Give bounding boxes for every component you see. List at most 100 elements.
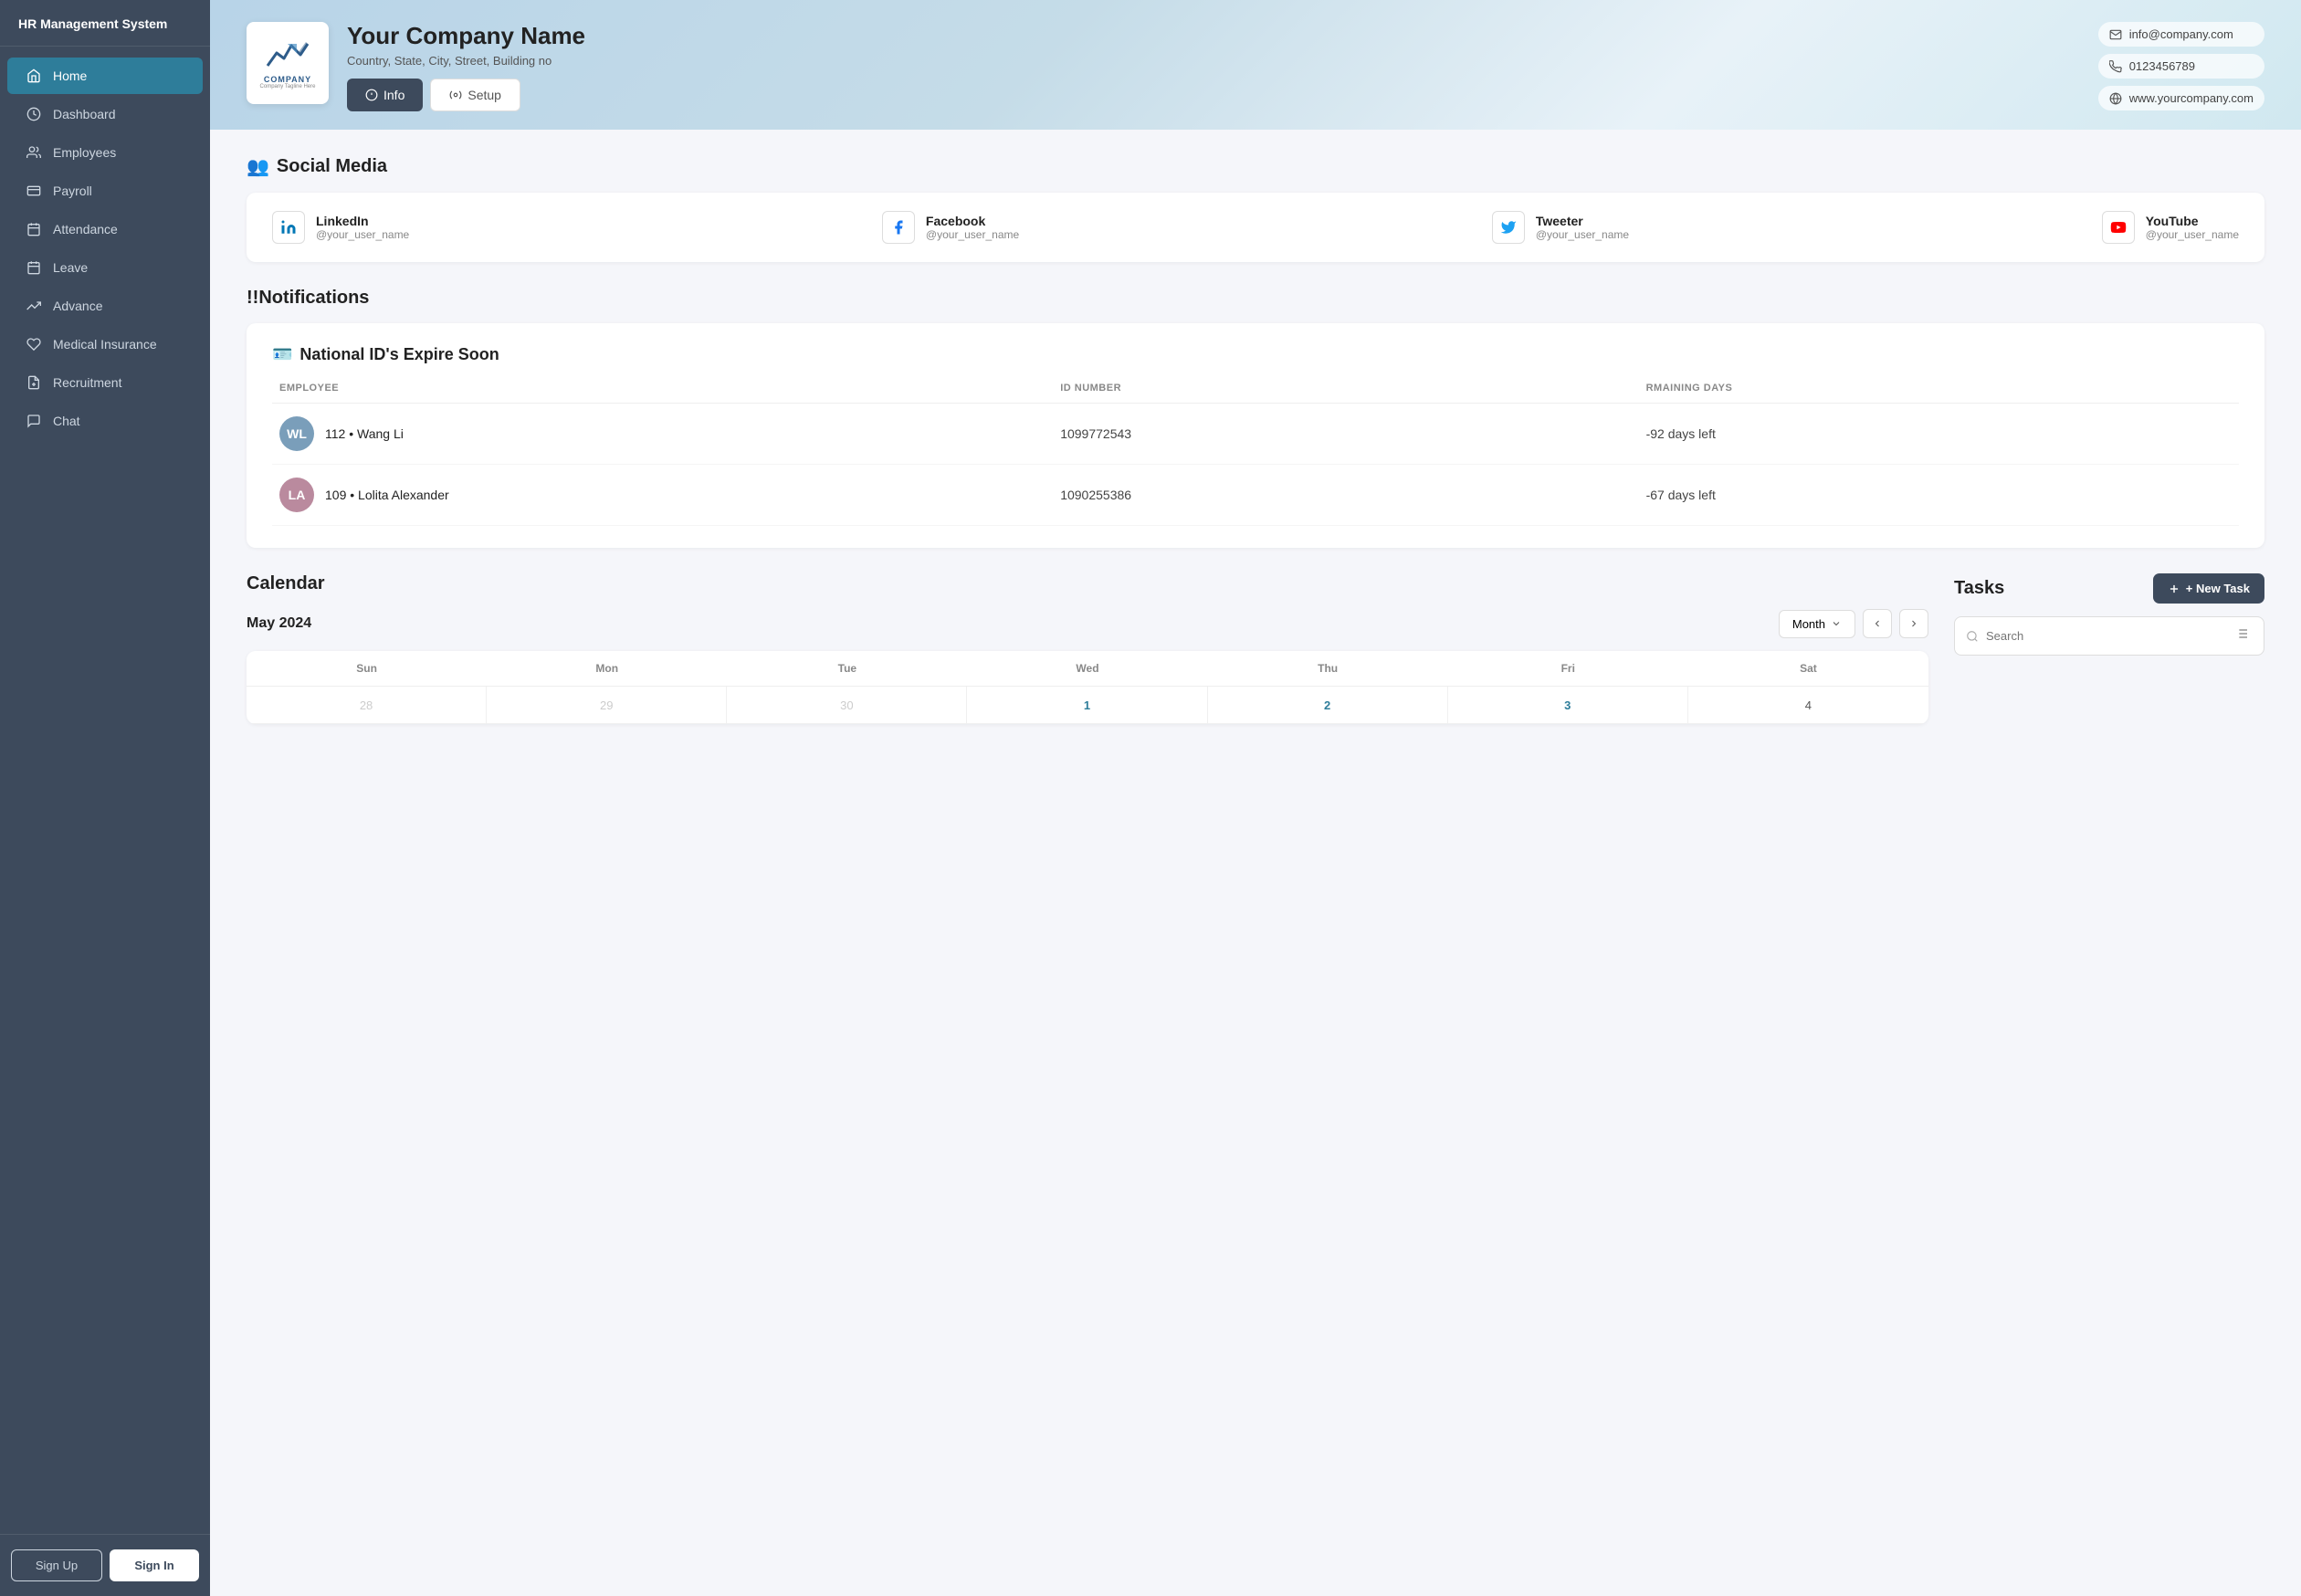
social-facebook: Facebook @your_user_name (882, 211, 1019, 244)
cal-header-thu: Thu (1208, 651, 1448, 687)
cal-cell-29-prev[interactable]: 29 (487, 687, 727, 723)
company-phone-text: 0123456789 (2129, 59, 2195, 73)
cal-header-wed: Wed (967, 651, 1207, 687)
sidebar-item-advance[interactable]: Advance (7, 288, 203, 324)
calendar-next-button[interactable] (1899, 609, 1928, 638)
youtube-icon (2102, 211, 2135, 244)
sidebar: HR Management System Home Dashboard Empl… (0, 0, 210, 1596)
company-phone: 0123456789 (2098, 54, 2264, 79)
sidebar-item-chat[interactable]: Chat (7, 403, 203, 439)
advance-icon (26, 298, 42, 314)
table-header: EMPLOYEE ID NUMBER RMAINING DAYS (272, 383, 2239, 404)
cal-cell-3[interactable]: 3 (1448, 687, 1688, 723)
calendar-section: Calendar May 2024 Month (247, 573, 1928, 724)
main-content: COMPANY Company Tagline Here Your Compan… (210, 0, 2301, 1596)
month-select[interactable]: Month (1779, 610, 1855, 638)
cal-cell-1[interactable]: 1 (967, 687, 1207, 723)
globe-icon (2109, 92, 2122, 105)
tab-setup[interactable]: Setup (430, 79, 520, 111)
social-media-section-title: 👥 Social Media (247, 155, 2264, 178)
col-remaining-days: RMAINING DAYS (1646, 383, 2232, 394)
company-name: Your Company Name (347, 22, 2264, 50)
twitter-handle: @your_user_name (1536, 228, 1629, 241)
cal-cell-28-prev[interactable]: 28 (247, 687, 487, 723)
sidebar-item-dashboard[interactable]: Dashboard (7, 96, 203, 132)
attendance-icon (26, 221, 42, 237)
tasks-filter-button[interactable] (2231, 625, 2253, 647)
logo-company-text: COMPANY (264, 75, 311, 84)
emp-name-1: 112 • Wang Li (325, 426, 404, 441)
home-icon (26, 68, 42, 84)
twitter-icon (1492, 211, 1525, 244)
avatar-lolita: LA (279, 478, 314, 512)
avatar-wang-li: WL (279, 416, 314, 451)
social-media-icon: 👥 (247, 155, 269, 178)
employee-cell-1: WL 112 • Wang Li (279, 416, 1060, 451)
plus-icon (2168, 583, 2180, 595)
linkedin-icon (272, 211, 305, 244)
sidebar-item-medical-insurance[interactable]: Medical Insurance (7, 326, 203, 362)
signup-button[interactable]: Sign Up (11, 1549, 102, 1581)
cal-cell-30-prev[interactable]: 30 (727, 687, 967, 723)
chevron-right-icon (1908, 618, 1919, 629)
id-card-icon: 🪪 (272, 345, 292, 364)
youtube-handle: @your_user_name (2146, 228, 2239, 241)
search-icon (1966, 630, 1979, 643)
tasks-header: Tasks + New Task (1954, 573, 2264, 604)
sidebar-item-attendance-label: Attendance (53, 222, 118, 236)
sidebar-item-payroll[interactable]: Payroll (7, 173, 203, 209)
company-contacts: info@company.com 0123456789 www.yourcomp… (2098, 22, 2264, 110)
calendar-prev-button[interactable] (1863, 609, 1892, 638)
twitter-name: Tweeter (1536, 214, 1629, 228)
social-youtube: YouTube @your_user_name (2102, 211, 2239, 244)
national-id-title: 🪪 National ID's Expire Soon (272, 345, 2239, 364)
sidebar-item-home[interactable]: Home (7, 58, 203, 94)
tab-info[interactable]: Info (347, 79, 423, 111)
sidebar-item-employees[interactable]: Employees (7, 134, 203, 171)
tasks-search-input[interactable] (1986, 629, 2223, 643)
company-tabs: Info Setup (347, 79, 2264, 111)
chevron-left-icon (1872, 618, 1883, 629)
payroll-icon (26, 183, 42, 199)
cal-header-tue: Tue (727, 651, 967, 687)
calendar-week-1: 28 29 30 1 2 3 4 (247, 687, 1928, 724)
tab-setup-label: Setup (468, 88, 501, 102)
sidebar-item-recruitment[interactable]: Recruitment (7, 364, 203, 401)
page-content: 👥 Social Media LinkedIn @your_user_name … (210, 130, 2301, 750)
linkedin-handle: @your_user_name (316, 228, 409, 241)
sidebar-item-recruitment-label: Recruitment (53, 375, 121, 390)
sidebar-footer: Sign Up Sign In (0, 1534, 210, 1596)
phone-icon (2109, 60, 2122, 73)
signin-button[interactable]: Sign In (110, 1549, 199, 1581)
new-task-button[interactable]: + New Task (2153, 573, 2264, 604)
company-header: COMPANY Company Tagline Here Your Compan… (210, 0, 2301, 130)
calendar-nav: Month (1779, 609, 1928, 638)
month-select-label: Month (1792, 617, 1825, 631)
cal-header-sun: Sun (247, 651, 487, 687)
tasks-section: Tasks + New Task (1954, 573, 2264, 724)
days-left-1: -92 days left (1646, 426, 2232, 441)
table-row: WL 112 • Wang Li 1099772543 -92 days lef… (272, 404, 2239, 465)
bottom-section: Calendar May 2024 Month (247, 573, 2264, 724)
sidebar-item-attendance[interactable]: Attendance (7, 211, 203, 247)
company-logo: COMPANY Company Tagline Here (247, 22, 329, 104)
calendar-controls: May 2024 Month (247, 609, 1928, 638)
calendar-day-headers: Sun Mon Tue Wed Thu Fri Sat (247, 651, 1928, 687)
youtube-name: YouTube (2146, 214, 2239, 228)
logo-tagline: Company Tagline Here (260, 84, 316, 89)
cal-cell-2[interactable]: 2 (1208, 687, 1448, 723)
calendar-title: Calendar (247, 573, 1928, 594)
new-task-label: + New Task (2186, 582, 2250, 595)
filter-icon (2234, 626, 2249, 641)
cal-cell-4[interactable]: 4 (1688, 687, 1928, 723)
sidebar-item-leave[interactable]: Leave (7, 249, 203, 286)
chat-icon (26, 413, 42, 429)
linkedin-name: LinkedIn (316, 214, 409, 228)
table-row: LA 109 • Lolita Alexander 1090255386 -67… (272, 465, 2239, 526)
social-twitter: Tweeter @your_user_name (1492, 211, 1629, 244)
app-title: HR Management System (0, 0, 210, 47)
company-address: Country, State, City, Street, Building n… (347, 54, 2264, 68)
calendar-month-year: May 2024 (247, 615, 311, 632)
notifications-section-title: !!Notifications (247, 288, 2264, 309)
calendar-grid: Sun Mon Tue Wed Thu Fri Sat 28 29 30 1 2 (247, 651, 1928, 724)
